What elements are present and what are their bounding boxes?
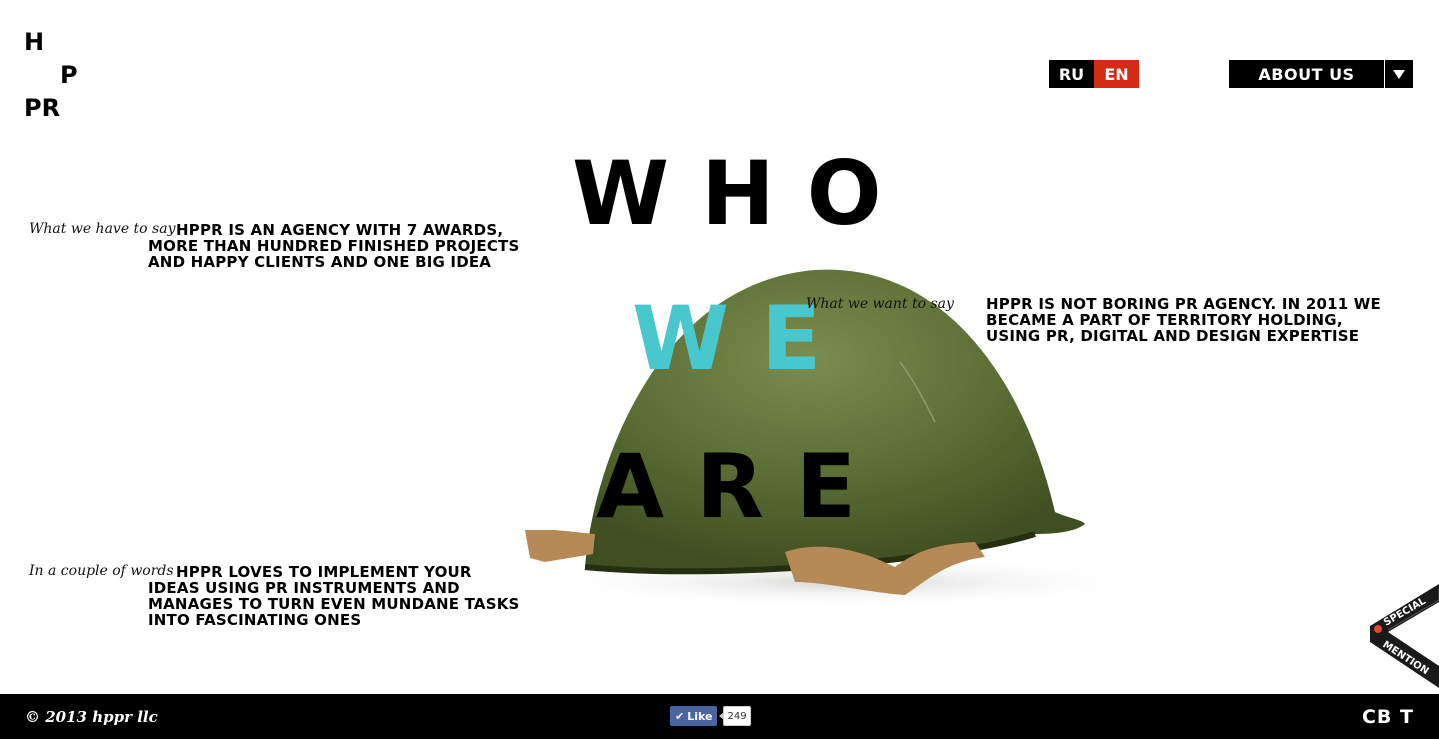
logo[interactable]: H P PR	[24, 30, 84, 125]
logo-letters-pr: PR	[24, 94, 61, 122]
text-ideas: HPPR LOVES TO IMPLEMENT YOUR IDEAS USING…	[148, 563, 520, 629]
brand-logo[interactable]: CB T	[1362, 706, 1414, 728]
logo-letter-h: H	[24, 28, 45, 56]
logo-letter-p: P	[60, 61, 78, 89]
like-label: Like	[687, 709, 713, 723]
facebook-like: ✔ Like 249	[670, 706, 751, 726]
footer: © 2013 hppr llc ✔ Like 249 CB T	[0, 694, 1439, 739]
chevron-down-icon	[1393, 69, 1405, 79]
text-agency: HPPR IS NOT BORING PR AGENCY. IN 2011 WE…	[986, 295, 1381, 345]
about-us-label[interactable]: ABOUT US	[1229, 60, 1384, 88]
like-count: 249	[719, 706, 751, 726]
language-switcher: RU EN	[1049, 60, 1139, 88]
text-awards: HPPR IS AN AGENCY WITH 7 AWARDS, MORE TH…	[148, 221, 520, 271]
like-button[interactable]: ✔ Like	[670, 706, 718, 726]
award-badge-icon	[1374, 625, 1382, 633]
caption-want-to-say: What we want to say	[806, 296, 954, 312]
headline-are: ARE	[596, 435, 888, 538]
thumbs-up-icon: ✔	[675, 709, 685, 723]
lang-en-button[interactable]: EN	[1094, 60, 1139, 88]
about-us-menu[interactable]: ABOUT US	[1229, 60, 1413, 88]
headline-who: WHO	[572, 142, 914, 245]
special-mention-ribbon[interactable]: SPECIAL MENTION	[1366, 584, 1439, 688]
copyright: © 2013 hppr llc	[25, 708, 158, 726]
dropdown-toggle[interactable]	[1385, 60, 1413, 88]
lang-ru-button[interactable]: RU	[1049, 60, 1094, 88]
